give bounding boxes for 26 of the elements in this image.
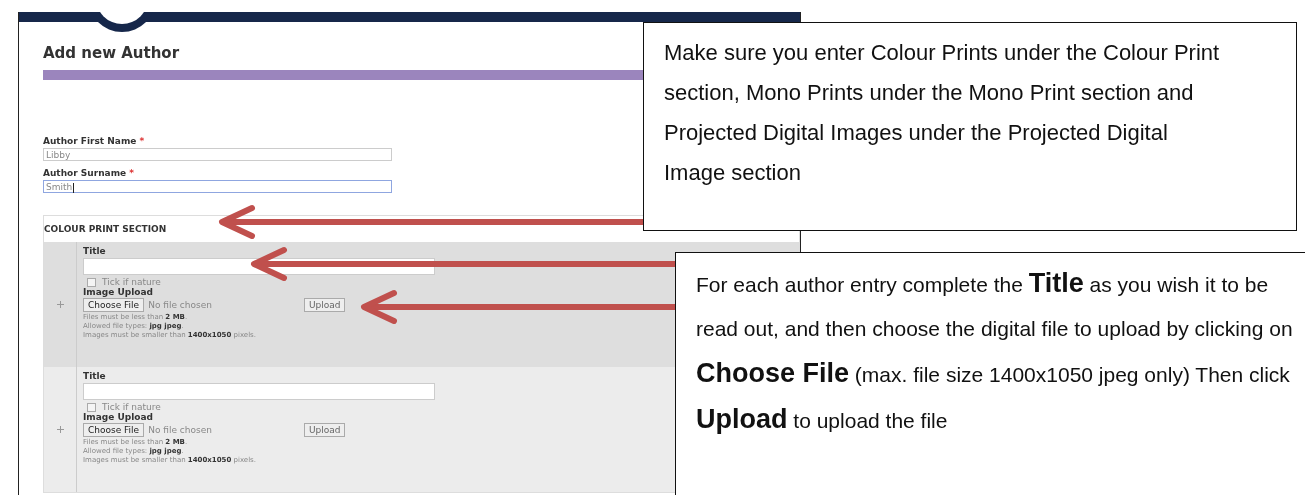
- text-input-field[interactable]: Libby: [43, 148, 392, 161]
- page-title: Add new Author: [43, 44, 180, 62]
- field-label: Title: [83, 371, 106, 381]
- file-status: No file chosen: [148, 425, 212, 435]
- choose-file-button[interactable]: Choose File: [83, 423, 145, 437]
- section-heading: COLOUR PRINT SECTION: [44, 224, 167, 234]
- required-mark: *: [139, 136, 145, 146]
- checkbox[interactable]: [87, 277, 96, 287]
- field-label: Image Upload: [83, 287, 153, 297]
- checkbox-label: Tick if nature: [102, 402, 161, 412]
- callout-text: Make sure you enter Colour Prints under the Colour Print section, Mono Prints under the Mono Print section and Projected Digital Images under the Projected Digital Image section: [664, 39, 1221, 187]
- upload-button[interactable]: Upload: [303, 298, 346, 312]
- choose-file-button[interactable]: Choose File: [83, 298, 145, 312]
- checkbox[interactable]: [87, 402, 96, 412]
- plus-icon[interactable]: [56, 301, 64, 308]
- checkbox-label: Tick if nature: [102, 277, 161, 287]
- plus-icon[interactable]: [56, 426, 64, 433]
- field-label: Title: [83, 246, 106, 256]
- field-label: Author Surname *: [43, 168, 134, 178]
- field-label: Author First Name *: [43, 136, 145, 146]
- text-input-field[interactable]: Smith: [43, 180, 392, 193]
- file-status: No file chosen: [148, 300, 212, 310]
- title-input-field[interactable]: [83, 383, 435, 400]
- upload-button[interactable]: Upload: [303, 423, 346, 437]
- required-mark: *: [129, 168, 134, 178]
- field-label: Image Upload: [83, 412, 153, 422]
